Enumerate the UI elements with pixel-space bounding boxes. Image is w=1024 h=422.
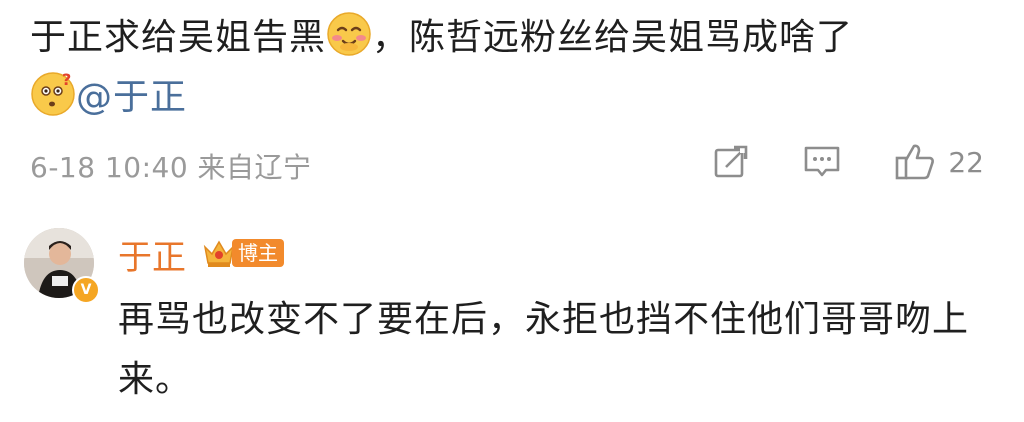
blogger-badge: 博主 [202, 236, 284, 270]
comment-button[interactable] [802, 143, 842, 181]
mention-link[interactable]: @于正 [76, 77, 187, 118]
reply-author-name[interactable]: 于正 [118, 230, 186, 279]
crown-icon [203, 240, 235, 267]
share-button[interactable] [712, 143, 750, 181]
like-count: 22 [948, 145, 984, 179]
comment-icon [805, 146, 840, 177]
svg-text:?: ? [62, 71, 72, 89]
confused-emoji-icon: ? [31, 71, 75, 116]
action-bar: 22 [712, 142, 984, 182]
verified-badge-icon: V [72, 276, 100, 304]
post-text-part1: 于正求给吴姐告黑 [30, 17, 327, 58]
post-text: 于正求给吴姐告黑 ，陈哲远粉丝给吴姐骂成啥了 ? @于正 [30, 8, 1010, 128]
blogger-badge-label: 博主 [232, 239, 284, 267]
reply-text: 再骂也改变不了要在后，永拒也挡不住他们哥哥吻上来。 [118, 299, 970, 400]
blush-emoji-icon [327, 12, 371, 56]
share-icon [715, 145, 749, 178]
reply: V 于正 博主 再骂也改变不了要在后，永拒也挡不住他们哥哥吻上来。 [0, 220, 1024, 422]
post-text-part2: ，陈哲远粉丝给吴姐骂成啥了 [372, 17, 854, 58]
like-button[interactable]: 22 [894, 142, 984, 182]
post-meta: 6-18 10:40 来自辽宁 [30, 151, 312, 184]
thumbs-up-icon [896, 144, 935, 180]
weibo-comment-screenshot: 于正求给吴姐告黑 ，陈哲远粉丝给吴姐骂成啥了 ? @于正 6-18 10:40 来自… [0, 0, 1024, 422]
